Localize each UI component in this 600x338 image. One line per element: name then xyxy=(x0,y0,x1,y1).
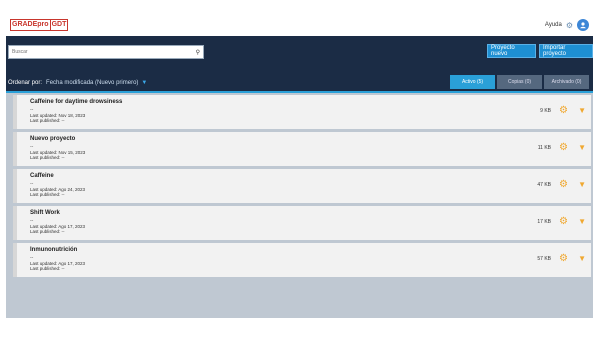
user-avatar-icon[interactable] xyxy=(577,19,589,31)
project-title[interactable]: Caffeine for daytime drowsiness xyxy=(30,99,122,105)
list-item[interactable]: Caffeine -- Last updated: Ago 24, 2023 L… xyxy=(13,169,591,203)
top-right-controls: Ayuda ⚙ xyxy=(545,19,589,31)
project-title[interactable]: Shift Work xyxy=(30,210,60,216)
last-published: Last published: -- xyxy=(30,266,65,271)
project-list: Caffeine for daytime drowsiness -- Last … xyxy=(6,93,593,318)
last-published: Last published: -- xyxy=(30,155,65,160)
logo-text-left: GRADEpro xyxy=(12,21,49,28)
tab-active[interactable]: Activo (5) xyxy=(450,75,495,89)
import-project-button[interactable]: Importar proyecto xyxy=(539,44,593,58)
chevron-down-icon[interactable]: ▼ xyxy=(578,254,586,263)
chevron-down-icon[interactable]: ▼ xyxy=(141,80,147,86)
gradepro-logo[interactable]: GRADEpro GDT xyxy=(10,19,69,31)
project-title[interactable]: Nuevo proyecto xyxy=(30,136,75,142)
list-item[interactable]: Caffeine for daytime drowsiness -- Last … xyxy=(13,95,591,129)
project-size: 11 KB xyxy=(537,145,551,151)
chevron-down-icon[interactable]: ▼ xyxy=(578,143,586,152)
project-toolbar: ⚲ Proyecto nuevo Importar proyecto Orden… xyxy=(6,36,593,91)
chevron-down-icon[interactable]: ▼ xyxy=(578,180,586,189)
app-window: GRADEpro GDT Ayuda ⚙ ⚲ Proyecto nuevo Im… xyxy=(6,14,593,318)
gear-icon[interactable]: ⚙ xyxy=(559,142,568,153)
new-project-button[interactable]: Proyecto nuevo xyxy=(487,44,536,58)
tab-archived[interactable]: Archivado (0) xyxy=(544,75,589,89)
sort-dropdown[interactable]: Fecha modificada (Nuevo primero) xyxy=(46,80,138,86)
user-silhouette-icon xyxy=(580,22,586,29)
search-icon[interactable]: ⚲ xyxy=(196,49,200,56)
chevron-down-icon[interactable]: ▼ xyxy=(578,217,586,226)
project-title[interactable]: Inmunonutrición xyxy=(30,247,77,253)
gear-icon[interactable]: ⚙ xyxy=(559,253,568,264)
last-published: Last published: -- xyxy=(30,229,65,234)
list-item[interactable]: Inmunonutrición -- Last updated: Ago 17,… xyxy=(13,243,591,277)
project-tabs: Activo (5) Copias (0) Archivado (0) xyxy=(450,75,589,89)
last-published: Last published: -- xyxy=(30,192,65,197)
project-title[interactable]: Caffeine xyxy=(30,173,54,179)
settings-gear-icon[interactable]: ⚙ xyxy=(566,21,573,30)
project-size: 9 KB xyxy=(540,108,551,114)
project-size: 47 KB xyxy=(537,182,551,188)
gear-icon[interactable]: ⚙ xyxy=(559,105,568,116)
logo-text-right: GDT xyxy=(49,20,67,30)
project-list-container: Caffeine for daytime drowsiness -- Last … xyxy=(6,91,593,318)
list-item[interactable]: Nuevo proyecto -- Last updated: Nov 15, … xyxy=(13,132,591,166)
search-box: ⚲ xyxy=(8,45,204,59)
last-published: Last published: -- xyxy=(30,118,65,123)
chevron-down-icon[interactable]: ▼ xyxy=(578,106,586,115)
help-link[interactable]: Ayuda xyxy=(545,22,562,28)
gear-icon[interactable]: ⚙ xyxy=(559,216,568,227)
top-bar: GRADEpro GDT Ayuda ⚙ xyxy=(6,14,593,36)
project-size: 17 KB xyxy=(537,219,551,225)
tab-copies[interactable]: Copias (0) xyxy=(497,75,542,89)
search-input[interactable] xyxy=(12,49,182,55)
project-size: 57 KB xyxy=(537,256,551,262)
gear-icon[interactable]: ⚙ xyxy=(559,179,568,190)
sort-label: Ordenar por: xyxy=(8,79,43,86)
list-item[interactable]: Shift Work -- Last updated: Ago 17, 2023… xyxy=(13,206,591,240)
